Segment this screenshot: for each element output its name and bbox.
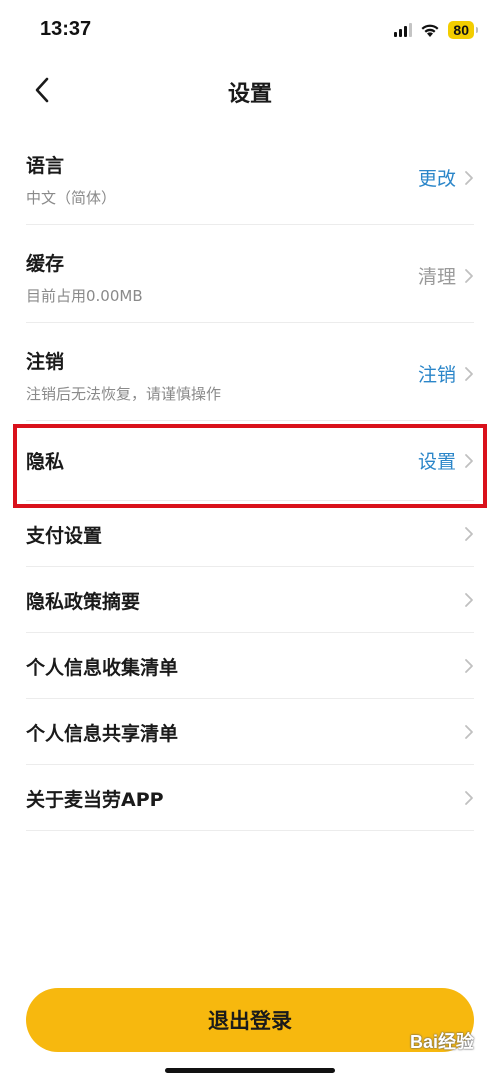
settings-item-info-sharing[interactable]: 个人信息共享清单	[26, 699, 474, 765]
item-action-group: 清理	[418, 227, 474, 324]
item-action-group	[464, 567, 474, 632]
item-action-group: 更改	[418, 129, 474, 226]
settings-item-privacy-policy[interactable]: 隐私政策摘要	[26, 567, 474, 633]
highlight-annotation	[13, 424, 487, 508]
clear-cache-link[interactable]: 清理	[418, 262, 456, 289]
status-icons: 80	[394, 20, 478, 40]
item-action-group: 注销	[418, 325, 474, 422]
settings-item-cache[interactable]: 缓存 目前占用0.00MB 清理	[26, 225, 474, 323]
home-indicator[interactable]	[165, 1068, 335, 1073]
item-action-group	[464, 501, 474, 566]
status-time: 13:37	[40, 18, 92, 40]
settings-item-language[interactable]: 语言 中文（简体） 更改	[26, 127, 474, 225]
change-language-link[interactable]: 更改	[418, 164, 456, 191]
item-action-group	[464, 765, 474, 830]
chevron-right-icon	[465, 268, 473, 283]
logout-button[interactable]: 退出登录	[26, 988, 474, 1052]
item-subtitle: 注销后无法恢复，请谨慎操作	[26, 385, 222, 403]
chevron-right-icon	[465, 526, 473, 541]
item-action-group	[464, 699, 474, 764]
status-bar: 13:37 80	[0, 0, 500, 60]
page-title: 设置	[227, 82, 272, 107]
settings-item-payment[interactable]: 支付设置	[26, 501, 474, 567]
chevron-right-icon	[465, 592, 473, 607]
deregister-link[interactable]: 注销	[418, 360, 456, 387]
chevron-right-icon	[465, 658, 473, 673]
item-title: 隐私政策摘要	[26, 591, 141, 613]
battery-icon: 80	[448, 21, 478, 39]
item-title: 注销	[26, 351, 65, 373]
item-subtitle: 中文（简体）	[26, 189, 117, 207]
item-subtitle: 目前占用0.00MB	[26, 287, 143, 305]
settings-item-deregister[interactable]: 注销 注销后无法恢复，请谨慎操作 注销	[26, 323, 474, 421]
settings-item-info-collection[interactable]: 个人信息收集清单	[26, 633, 474, 699]
chevron-right-icon	[465, 170, 473, 185]
signal-icon	[394, 23, 413, 37]
nav-bar: 设置	[0, 60, 500, 120]
item-title: 缓存	[26, 253, 65, 275]
item-title: 语言	[26, 155, 65, 177]
item-title: 个人信息收集清单	[26, 657, 179, 679]
chevron-right-icon	[465, 366, 473, 381]
item-title: 关于麦当劳APP	[26, 789, 164, 811]
chevron-right-icon	[465, 790, 473, 805]
watermark-logo: Bai经验	[409, 1032, 474, 1052]
wifi-icon	[421, 24, 439, 37]
item-title: 个人信息共享清单	[26, 723, 179, 745]
item-title: 支付设置	[26, 525, 103, 547]
item-action-group	[464, 633, 474, 698]
chevron-right-icon	[465, 724, 473, 739]
settings-item-about[interactable]: 关于麦当劳APP	[26, 765, 474, 831]
